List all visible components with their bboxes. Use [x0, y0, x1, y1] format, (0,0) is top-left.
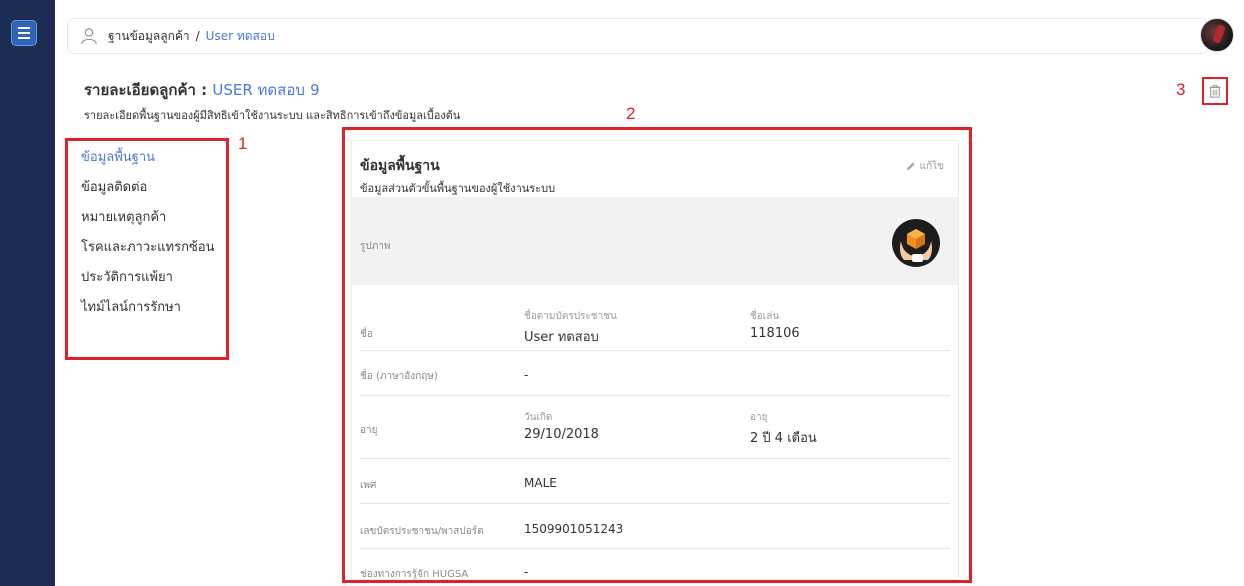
english-name-value: -: [524, 368, 529, 382]
birthdate-value: 29/10/2018: [524, 427, 599, 442]
channel-label: ช่องทางการรู้จัก HUGSA: [360, 569, 469, 580]
card-title: ข้อมูลพื้นฐาน: [360, 158, 440, 174]
card-header: ข้อมูลพื้นฐาน ข้อมูลส่วนตัวขั้นพื้นฐานขอ…: [352, 141, 958, 197]
nickname-caption: ชื่อเล่น: [750, 311, 780, 322]
edit-button[interactable]: แก้ไข: [905, 159, 944, 174]
customer-name: USER ทดสอบ: [212, 81, 305, 99]
breadcrumb: ฐานข้อมูลลูกค้า / User ทดสอบ: [67, 18, 1209, 54]
id-name-caption: ชื่อตามบัตรประชาชน: [524, 311, 617, 322]
breadcrumb-separator: /: [195, 29, 200, 43]
delete-button[interactable]: [1202, 77, 1228, 105]
nav-item-basic-info[interactable]: ข้อมูลพื้นฐาน: [81, 149, 214, 179]
nickname-value: 118106: [750, 326, 800, 341]
hamburger-line: [18, 32, 30, 34]
nav-item-treatment-timeline[interactable]: ไทม์ไลน์การรักษา: [81, 299, 214, 329]
id-card-label: เลขบัตรประชาชน/พาสปอร์ต: [360, 526, 484, 537]
gender-value: MALE: [524, 476, 557, 490]
birthdate-field: วันเกิด 29/10/2018: [524, 410, 599, 442]
channel-value: -: [524, 565, 529, 579]
annotation-3: 3: [1176, 80, 1186, 99]
sidebar: [0, 0, 55, 586]
id-card-row: เลขบัตรประชาชน/พาสปอร์ต 1509901051243: [360, 504, 950, 548]
birthdate-caption: วันเกิด: [524, 412, 553, 423]
english-name-row: ชื่อ (ภาษาอังกฤษ) -: [360, 351, 950, 395]
name-label: ชื่อ: [360, 329, 373, 340]
id-name-field: ชื่อตามบัตรประชาชน User ทดสอบ: [524, 309, 617, 347]
id-card-value: 1509901051243: [524, 522, 624, 536]
nav-item-drug-allergy[interactable]: ประวัติการแพ้ยา: [81, 269, 214, 299]
channel-row: ช่องทางการรู้จัก HUGSA -: [360, 549, 950, 580]
customer-icon: [81, 28, 97, 45]
basic-info-card: ข้อมูลพื้นฐาน ข้อมูลส่วนตัวขั้นพื้นฐานขอ…: [351, 140, 959, 580]
breadcrumb-current[interactable]: User ทดสอบ: [206, 27, 275, 46]
pencil-icon: [906, 162, 915, 171]
avatar[interactable]: [1200, 18, 1234, 52]
photo-label: รูปภาพ: [360, 241, 391, 252]
annotation-1: 1: [238, 134, 248, 153]
nickname-field: ชื่อเล่น 118106: [750, 309, 800, 341]
edit-label: แก้ไข: [919, 161, 944, 172]
page-title: รายละเอียดลูกค้า : USER ทดสอบ 9: [84, 78, 320, 102]
hamburger-line: [18, 37, 30, 39]
age-field: อายุ 2 ปี 4 เดือน: [750, 410, 817, 448]
age-value: 2 ปี 4 เดือน: [750, 431, 817, 446]
age-caption: อายุ: [750, 412, 768, 423]
customer-number: 9: [310, 81, 320, 99]
id-name-value: User ทดสอบ: [524, 330, 599, 345]
hamburger-line: [18, 27, 30, 29]
age-row: อายุ วันเกิด 29/10/2018 อายุ 2 ปี 4 เดือ…: [360, 396, 950, 458]
photo-row: รูปภาพ: [352, 197, 958, 285]
age-label: อายุ: [360, 425, 378, 436]
nav-item-contact[interactable]: ข้อมูลติดต่อ: [81, 179, 214, 209]
nav-item-customer-notes[interactable]: หมายเหตุลูกค้า: [81, 209, 214, 239]
profile-photo[interactable]: [892, 219, 940, 267]
nav-item-diseases[interactable]: โรคและภาวะแทรกซ้อน: [81, 239, 214, 269]
hamburger-menu-button[interactable]: [11, 20, 37, 46]
gender-label: เพศ: [360, 480, 377, 491]
main-area: ฐานข้อมูลลูกค้า / User ทดสอบ รายละเอียดล…: [55, 0, 1244, 586]
trash-icon: [1209, 84, 1221, 98]
page-title-label: รายละเอียดลูกค้า :: [84, 81, 208, 99]
english-name-label: ชื่อ (ภาษาอังกฤษ): [360, 371, 438, 382]
card-description: ข้อมูลส่วนตัวขั้นพื้นฐานของผู้ใช้งานระบบ: [360, 182, 556, 195]
breadcrumb-section[interactable]: ฐานข้อมูลลูกค้า: [108, 27, 190, 46]
section-nav: ข้อมูลพื้นฐาน ข้อมูลติดต่อ หมายเหตุลูกค้…: [81, 149, 214, 329]
annotation-2: 2: [626, 104, 636, 123]
gender-row: เพศ MALE: [360, 459, 950, 503]
page-subtitle: รายละเอียดพื้นฐานของผู้มีสิทธิเข้าใช้งาน…: [84, 109, 461, 122]
camera-icon[interactable]: [912, 254, 923, 262]
